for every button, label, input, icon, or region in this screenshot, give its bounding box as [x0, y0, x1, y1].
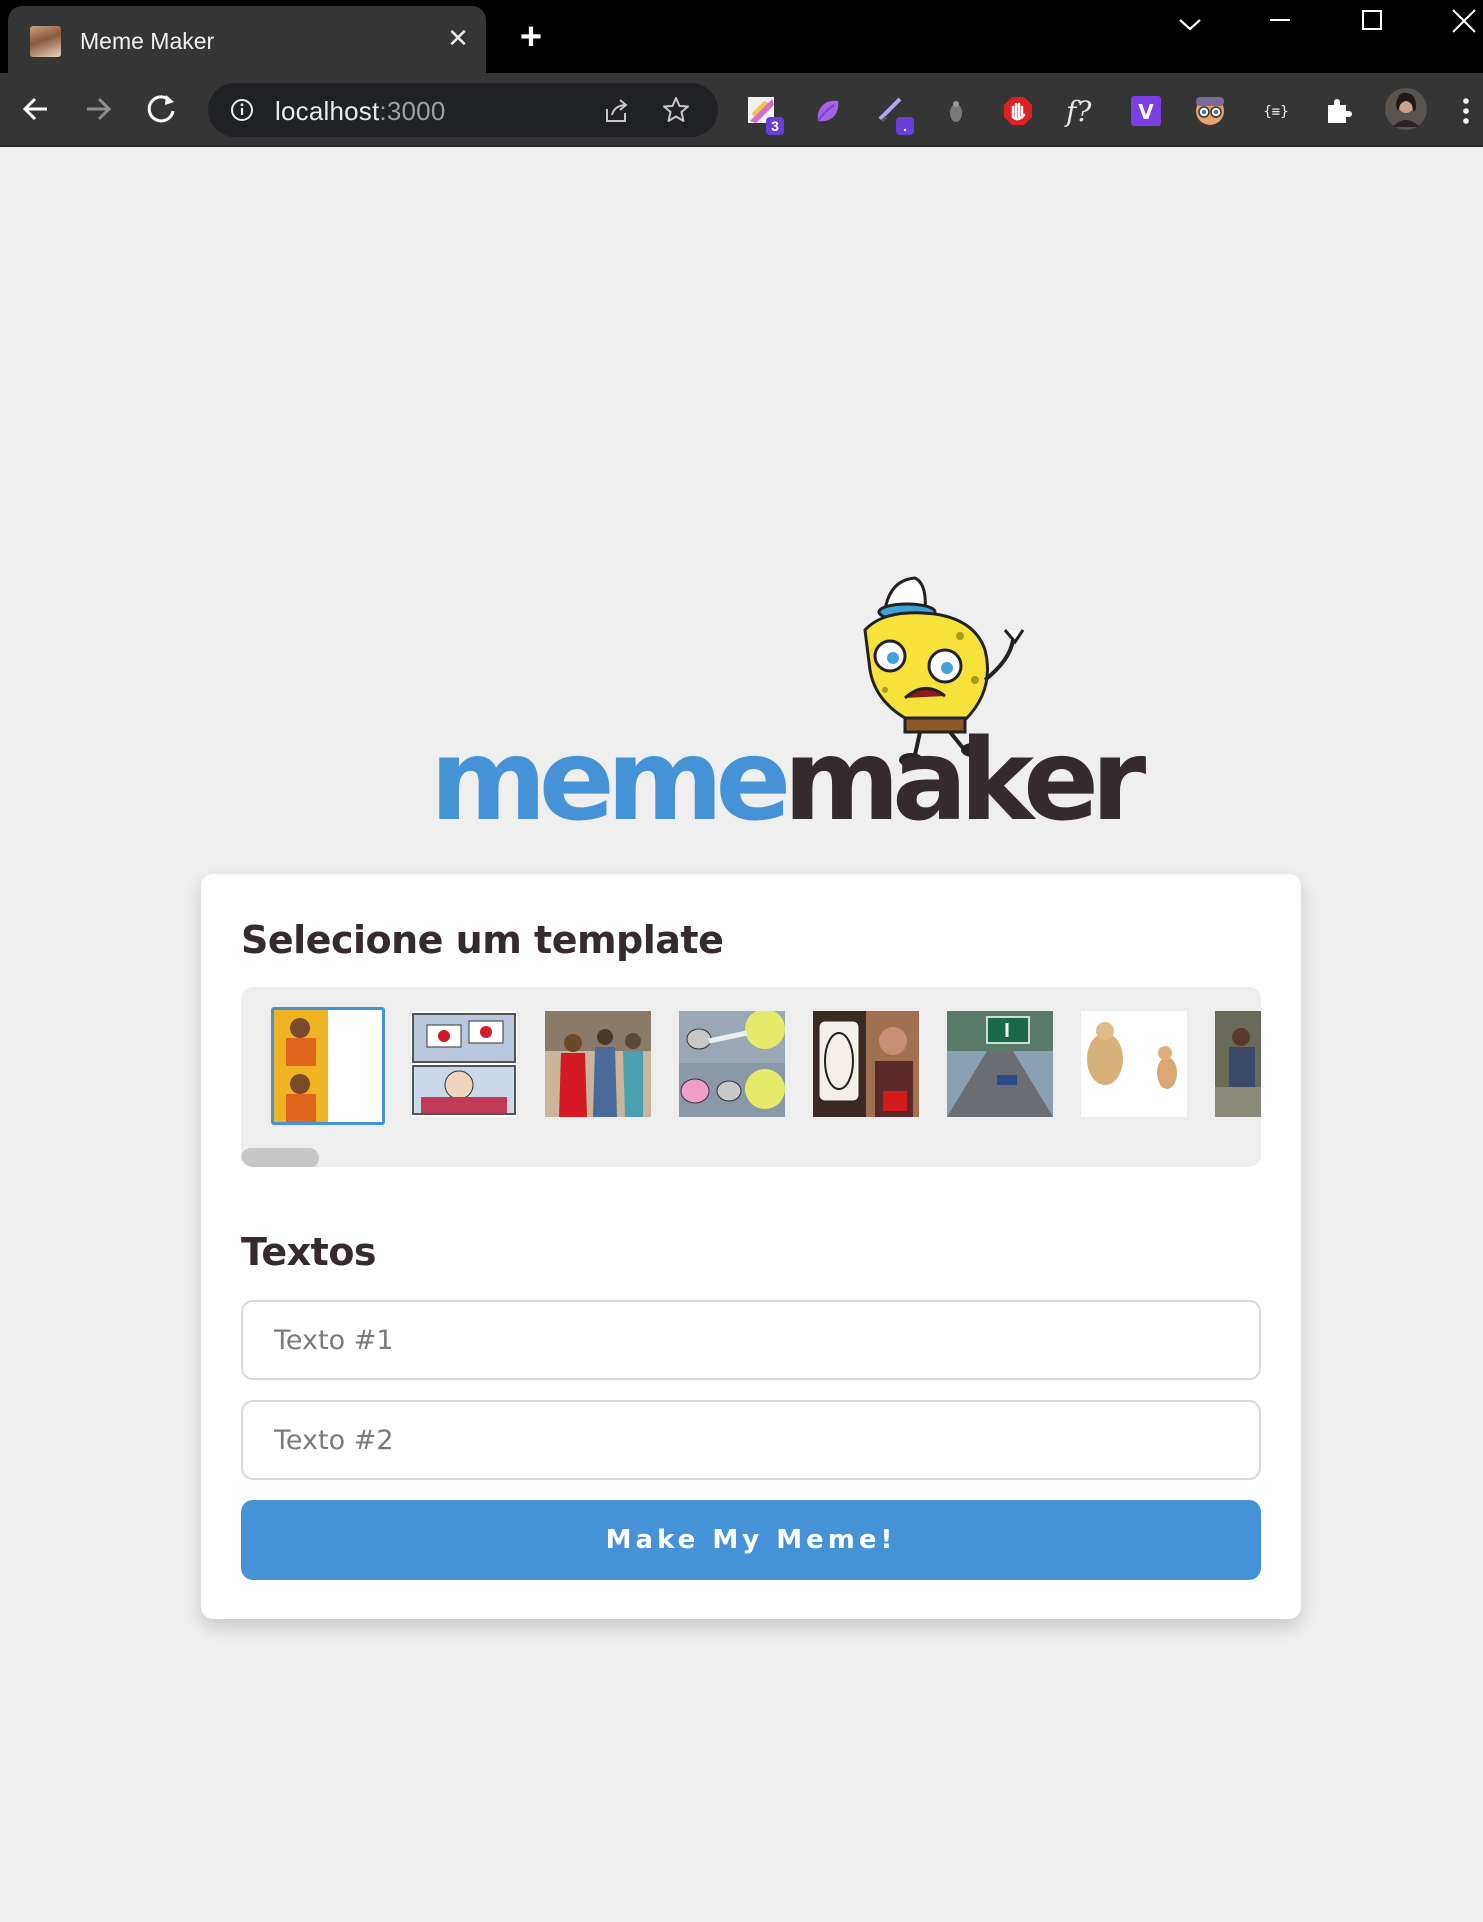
browser-tab[interactable]: Meme Maker ✕	[8, 6, 486, 73]
window-close-icon[interactable]	[1444, 6, 1483, 46]
tab-close-icon[interactable]: ✕	[444, 24, 472, 52]
url-text: localhost:3000	[275, 96, 446, 127]
template-thumb[interactable]	[271, 1007, 385, 1125]
extension-badge: .	[896, 117, 914, 135]
extension-json-braces-icon[interactable]: {≡}	[1258, 95, 1294, 127]
template-thumb[interactable]	[545, 1011, 651, 1117]
svg-text:{≡}: {≡}	[1263, 104, 1288, 120]
svg-text:V: V	[1138, 100, 1154, 124]
bookmark-star-icon[interactable]	[662, 96, 690, 124]
new-tab-button[interactable]: +	[514, 18, 548, 56]
template-thumb[interactable]	[813, 1011, 919, 1117]
tab-title: Meme Maker	[80, 28, 215, 54]
more-menu-icon[interactable]	[1456, 95, 1476, 127]
logo-wordmark: mememaker	[430, 725, 1146, 837]
tab-search-chevron-icon[interactable]	[1170, 6, 1210, 46]
svg-text:f?: f?	[1064, 95, 1092, 127]
extension-pencil-notes-icon[interactable]: 3	[746, 95, 784, 135]
extension-font-identifier-icon[interactable]: f?	[1064, 95, 1100, 128]
template-uno-draw-25-image	[813, 1011, 919, 1117]
template-thumb[interactable]	[1215, 1011, 1261, 1117]
maximize-icon[interactable]	[1352, 6, 1392, 46]
browser-titlebar: Meme Maker ✕ +	[0, 0, 1483, 73]
profile-avatar[interactable]	[1384, 87, 1428, 131]
template-distracted-boyfriend-image	[545, 1011, 651, 1117]
url-host: localhost	[275, 96, 380, 126]
logo-word-meme: meme	[430, 716, 791, 846]
template-thumb[interactable]	[411, 1011, 517, 1117]
site-info-icon[interactable]	[230, 98, 254, 122]
template-two-buttons-image	[411, 1011, 517, 1117]
make-my-meme-button[interactable]: Make My Meme!	[241, 1500, 1261, 1580]
address-bar[interactable]: localhost:3000	[208, 83, 718, 137]
extension-badge: 3	[766, 117, 784, 135]
minimize-icon[interactable]	[1260, 6, 1300, 46]
texts-section-title: Textos	[241, 1230, 377, 1274]
share-icon[interactable]	[603, 97, 631, 125]
text-1-input[interactable]	[241, 1300, 1261, 1380]
template-left-exit-image	[947, 1011, 1053, 1117]
template-running-away-image	[1215, 1011, 1261, 1117]
extension-purple-leaf-icon[interactable]	[812, 95, 844, 127]
meme-maker-logo: mememaker	[430, 570, 1146, 850]
extension-bug-icon[interactable]	[940, 95, 972, 127]
template-carousel[interactable]	[241, 987, 1261, 1167]
template-section-title: Selecione um template	[241, 918, 724, 962]
reload-icon[interactable]	[140, 87, 184, 131]
template-buff-doge-image	[1081, 1011, 1187, 1117]
forward-arrow-icon[interactable]	[76, 87, 120, 131]
logo-word-maker: maker	[783, 716, 1146, 846]
extensions-puzzle-icon[interactable]	[1322, 95, 1354, 127]
extension-v-icon[interactable]: V	[1130, 95, 1162, 127]
extension-stop-hand-icon[interactable]	[1002, 95, 1034, 127]
browser-toolbar: localhost:3000 3 . f? V {≡}	[0, 73, 1483, 147]
template-thumb[interactable]	[679, 1011, 785, 1117]
template-bad-pun-image	[679, 1011, 785, 1117]
extension-pen-tool-icon[interactable]: .	[876, 95, 914, 135]
back-arrow-icon[interactable]	[14, 87, 58, 131]
url-port: :3000	[379, 96, 446, 126]
template-drake-image	[274, 1010, 382, 1122]
text-2-input[interactable]	[241, 1400, 1261, 1480]
extension-glasses-face-icon[interactable]	[1194, 95, 1226, 127]
meme-form-card: Selecione um template Textos Texto #1 Te…	[201, 874, 1301, 1619]
carousel-scrollbar-thumb[interactable]	[241, 1148, 319, 1167]
tab-favicon-icon	[30, 26, 61, 57]
template-thumb[interactable]	[947, 1011, 1053, 1117]
template-thumb[interactable]	[1081, 1011, 1187, 1117]
